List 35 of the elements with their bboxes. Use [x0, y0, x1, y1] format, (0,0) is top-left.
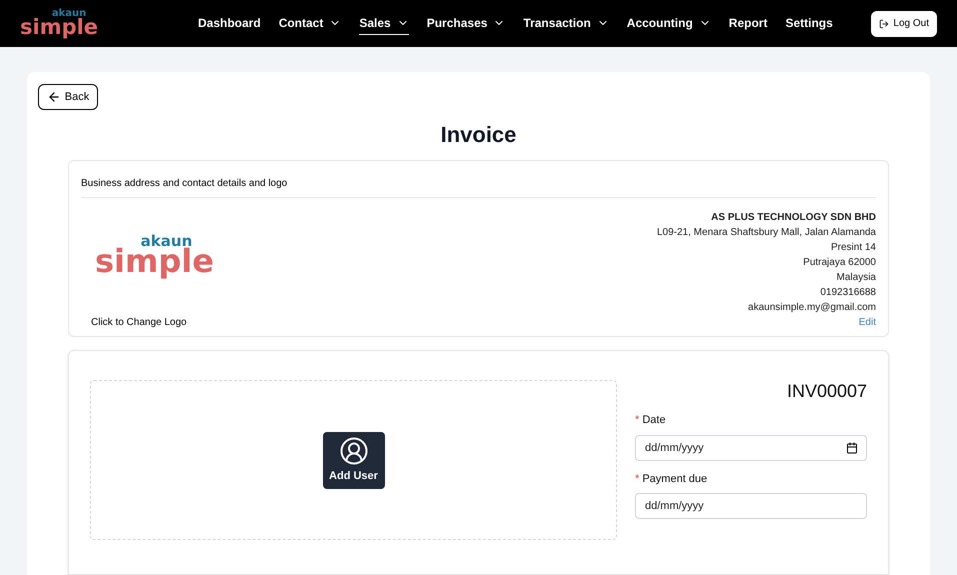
- address-line: Malaysia: [836, 271, 876, 285]
- edit-link[interactable]: Edit: [858, 315, 876, 330]
- logo-text: simple: [20, 17, 98, 38]
- nav-link[interactable]: Contact: [278, 12, 342, 35]
- page-title: Invoice: [440, 121, 516, 149]
- nav-link[interactable]: Transaction: [523, 12, 609, 35]
- customer-dropzone[interactable]: Add User: [90, 380, 617, 540]
- date-field[interactable]: dd/mm/yyyy: [635, 434, 867, 460]
- log-out-icon: [879, 18, 890, 28]
- field-label: * Payment due: [635, 472, 708, 486]
- address-line: 0192316688: [820, 286, 876, 300]
- back-button[interactable]: Back: [38, 84, 98, 110]
- arrow-left-icon: [46, 90, 61, 104]
- nav-link[interactable]: Purchases: [426, 12, 506, 35]
- address-line: L09-21, Menara Shaftsbury Mall, Jalan Alamanda: [656, 226, 876, 240]
- address-line: Putrajaya 62000: [803, 256, 876, 270]
- invoice-number: INV00007: [786, 380, 867, 402]
- date-field[interactable]: dd/mm/yyyy: [635, 493, 867, 519]
- nav-link[interactable]: Settings: [785, 12, 833, 35]
- logo-text: akaun: [52, 9, 86, 19]
- company-logo[interactable]: akaun simple: [91, 234, 218, 277]
- user-icon: [338, 436, 368, 466]
- log-out-button[interactable]: Log Out: [871, 10, 937, 36]
- nav-link[interactable]: Dashboard: [198, 12, 261, 35]
- address-line: akaunsimple.my@gmail.com: [748, 301, 876, 315]
- change-logo-link[interactable]: Click to Change Logo: [91, 315, 218, 330]
- field-label: * Date: [635, 413, 667, 428]
- address-line: Presint 14: [830, 241, 876, 255]
- nav-link[interactable]: Accounting: [626, 12, 711, 35]
- company-name: AS PLUS TECHNOLOGY SDN BHD: [711, 211, 876, 225]
- add-user-button[interactable]: Add User: [322, 432, 384, 488]
- nav-link[interactable]: Report: [728, 12, 768, 35]
- card-heading: Business address and contact details and logo: [81, 176, 876, 198]
- nav-link[interactable]: Sales: [359, 12, 409, 35]
- calendar-icon[interactable]: [846, 442, 858, 454]
